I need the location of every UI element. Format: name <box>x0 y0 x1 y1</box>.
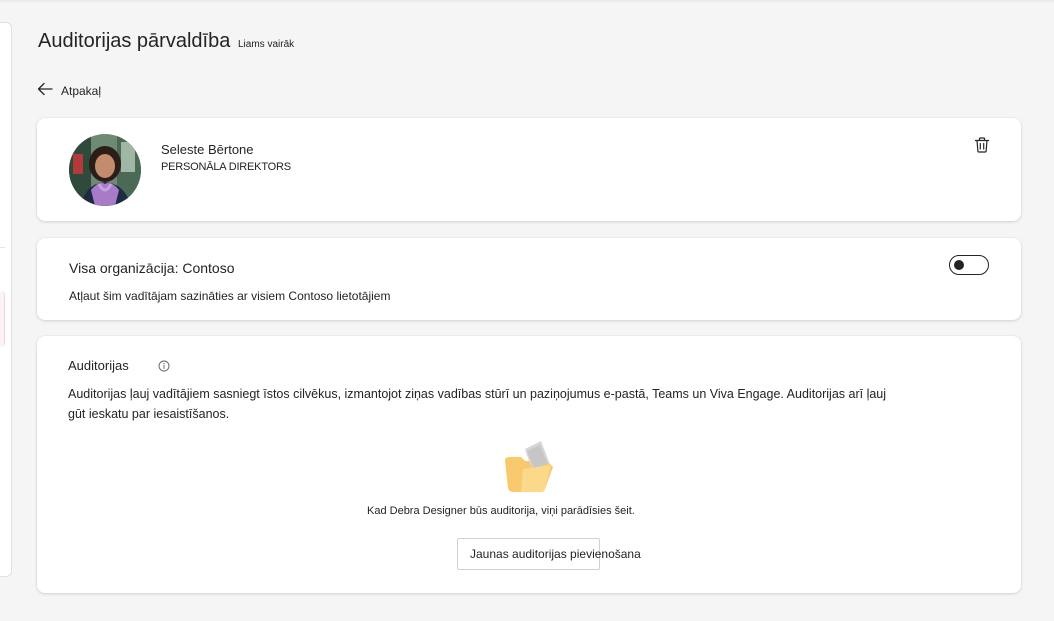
avatar <box>69 134 141 206</box>
empty-state-message: Kad Debra Designer būs auditorija, viņi … <box>367 505 635 517</box>
manager-card: Seleste Bērtone PERSONĀLA DIREKTORS <box>37 118 1021 221</box>
person-name: Seleste Bērtone <box>161 142 254 157</box>
delete-button[interactable] <box>972 135 992 155</box>
organization-card: Visa organizācija: Contoso Atļaut šim va… <box>37 238 1021 320</box>
top-divider <box>0 0 1054 2</box>
organization-description: Atļaut šim vadītājam sazināties ar visie… <box>69 289 391 303</box>
person-role: PERSONĀLA DIREKTORS <box>161 161 291 173</box>
learn-more-link[interactable]: Liams vairāk <box>238 39 294 50</box>
add-audience-button[interactable]: Jaunas auditorijas pievienošana <box>457 538 641 570</box>
left-navigation-rail <box>0 22 12 577</box>
person-photo-icon <box>69 134 141 206</box>
info-icon[interactable] <box>158 359 170 372</box>
rail-divider <box>0 247 5 248</box>
back-button[interactable]: Atpakaļ <box>36 80 101 98</box>
back-label: Atpakaļ <box>61 84 102 98</box>
organization-toggle[interactable] <box>949 255 989 275</box>
audiences-title: Auditorijas <box>68 358 129 373</box>
trash-icon <box>974 137 990 153</box>
page-title: Auditorijas pārvaldība <box>38 30 231 52</box>
rail-selected-indicator[interactable] <box>0 291 5 347</box>
arrow-left-icon <box>37 82 53 96</box>
audiences-description: Auditorijas ļauj vadītājiem sasniegt īst… <box>68 387 887 421</box>
info-circle-icon <box>158 360 170 372</box>
audiences-card: Auditorijas Auditorijas ļauj vadītājiem … <box>37 336 1021 593</box>
toggle-knob <box>954 259 964 270</box>
organization-title: Visa organizācija: Contoso <box>69 260 235 276</box>
empty-folder-icon <box>501 439 557 495</box>
